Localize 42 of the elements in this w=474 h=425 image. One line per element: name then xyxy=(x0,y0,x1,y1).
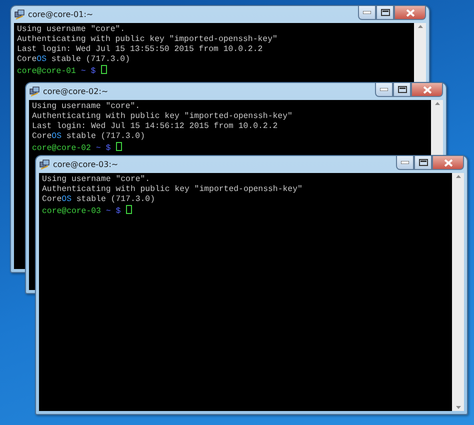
minimize-icon xyxy=(363,11,371,14)
window-title: core@core-02:~ xyxy=(43,86,108,98)
terminal-line: CoreOS stable (717.3.0) xyxy=(17,55,132,65)
minimize-button[interactable] xyxy=(375,83,393,97)
terminal-line: Using username "core". xyxy=(32,102,142,112)
scroll-up-icon[interactable] xyxy=(456,175,460,178)
minimize-button[interactable] xyxy=(396,156,414,170)
window-title: core@core-03:~ xyxy=(53,158,118,170)
terminal-line: Last login: Wed Jul 15 13:55:50 2015 from 10.0.2.2 xyxy=(17,45,264,55)
terminal-line: core@core-03 ~ $ xyxy=(42,205,449,217)
minimize-icon xyxy=(401,161,409,164)
close-button[interactable] xyxy=(394,6,426,20)
window-title: core@core-01:~ xyxy=(28,8,94,20)
terminal-line: Using username "core". xyxy=(42,175,152,185)
terminal-icon xyxy=(29,86,40,97)
maximize-button[interactable] xyxy=(376,6,394,20)
close-button[interactable] xyxy=(432,156,464,170)
terminal-line: Last login: Wed Jul 15 14:56:12 2015 from 10.0.2.2 xyxy=(32,122,279,132)
terminal-line: Authenticating with public key "imported-openssh-key" xyxy=(17,35,278,45)
maximize-button[interactable] xyxy=(393,83,411,97)
maximize-icon xyxy=(418,159,428,166)
scroll-up-icon[interactable] xyxy=(418,25,422,28)
maximize-icon xyxy=(398,86,406,93)
maximize-button[interactable] xyxy=(414,156,432,170)
close-button[interactable] xyxy=(411,83,443,97)
terminal-icon xyxy=(39,159,50,170)
minimize-icon xyxy=(380,88,388,91)
terminal-line: Using username "core". xyxy=(17,25,126,35)
terminal-line: CoreOS stable (717.3.0) xyxy=(42,195,156,205)
terminal-line: CoreOS stable (717.3.0) xyxy=(32,132,146,142)
terminal-line: Authenticating with public key "imported-openssh-key" xyxy=(32,112,294,122)
terminal-line: core@core-01 ~ $ xyxy=(17,65,411,77)
close-icon xyxy=(444,158,452,166)
terminal-icon xyxy=(14,9,25,20)
close-icon xyxy=(422,86,432,94)
scroll-down-icon[interactable] xyxy=(456,406,460,409)
maximize-icon xyxy=(380,9,390,16)
terminal-line: core@core-02 ~ $ xyxy=(32,142,428,154)
close-icon xyxy=(406,8,414,16)
minimize-button[interactable] xyxy=(358,6,376,20)
terminal-line: Authenticating with public key "imported-openssh-key" xyxy=(42,185,304,195)
scroll-up-icon[interactable] xyxy=(434,102,440,105)
